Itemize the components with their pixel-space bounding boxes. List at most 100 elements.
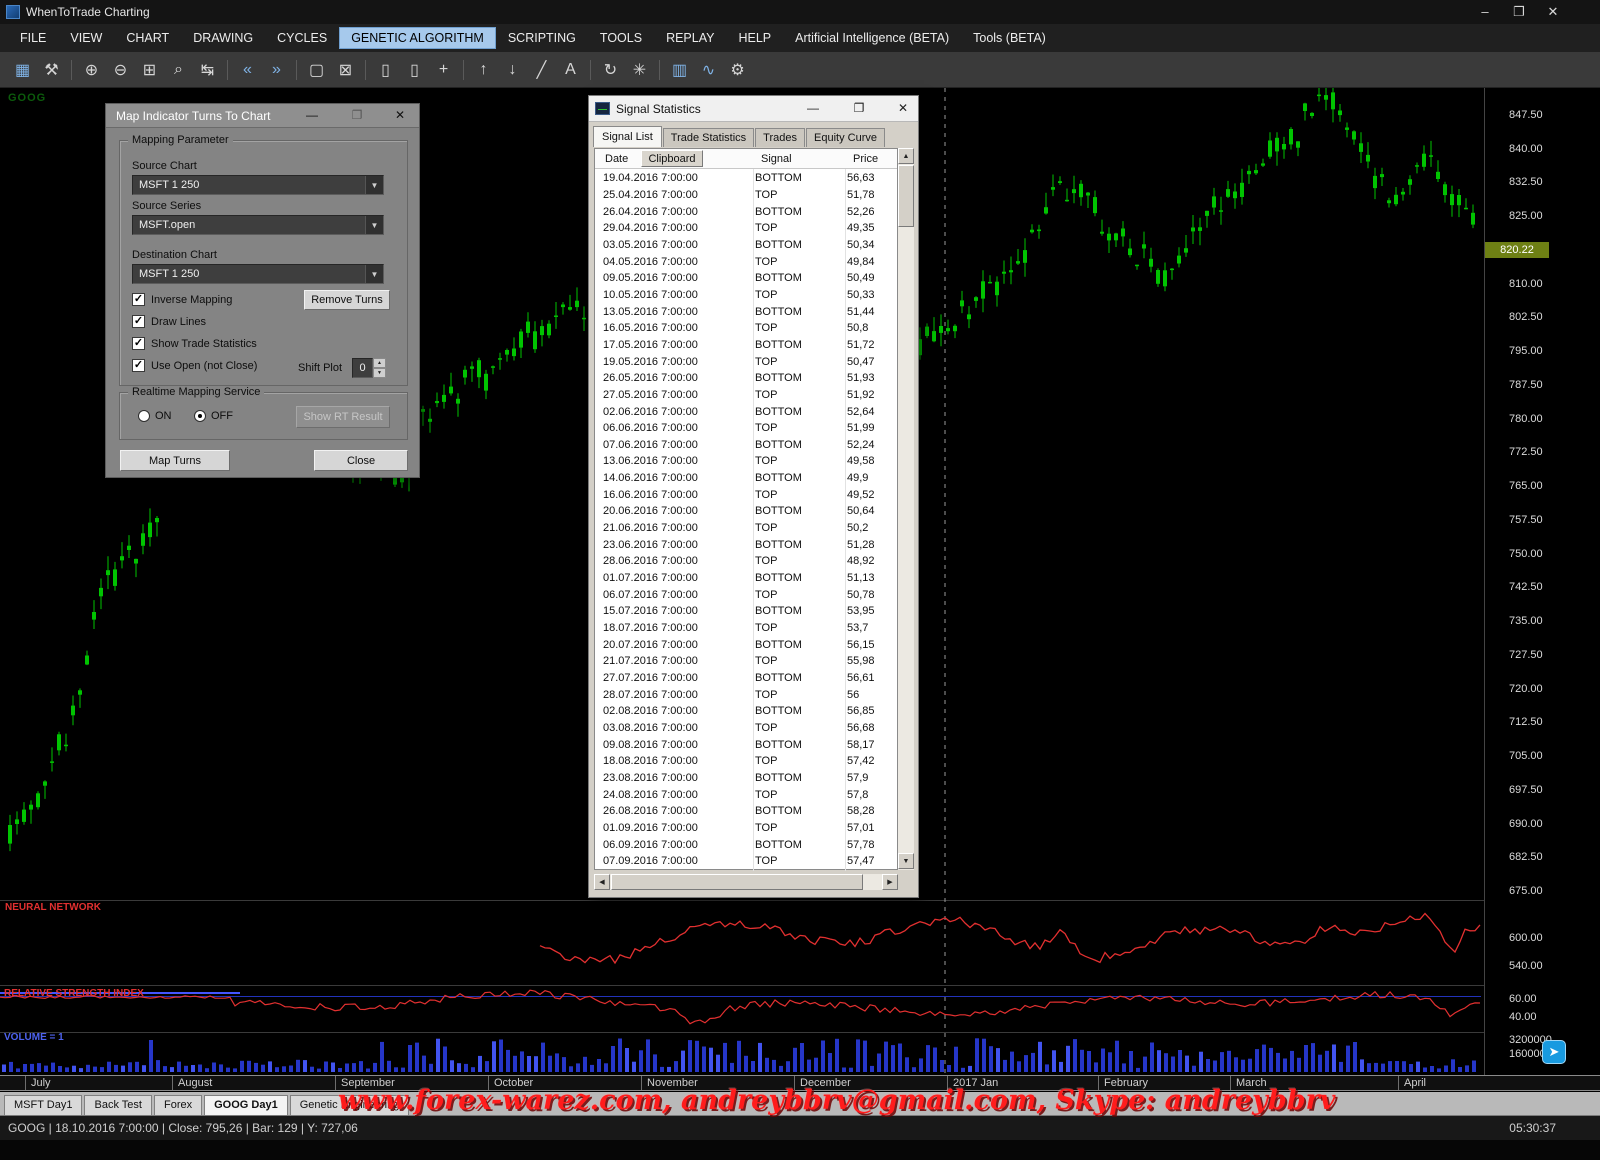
- tablet-icon[interactable]: ▯: [372, 56, 399, 83]
- table-row[interactable]: 14.06.2016 7:00:00BOTTOM49,9: [595, 470, 897, 487]
- chevron-down-icon[interactable]: ▼: [365, 176, 383, 194]
- clipboard-button[interactable]: Clipboard: [641, 150, 703, 167]
- fit-width-icon[interactable]: ↹: [194, 56, 221, 83]
- table-row[interactable]: 10.05.2016 7:00:00TOP50,33: [595, 287, 897, 304]
- select-region-icon[interactable]: ▢: [303, 56, 330, 83]
- font-icon[interactable]: A: [557, 56, 584, 83]
- overlay-notification-icon[interactable]: ➤: [1542, 1040, 1566, 1064]
- history-icon[interactable]: ↻: [597, 56, 624, 83]
- zoom-window-icon[interactable]: ⊞: [136, 56, 163, 83]
- destination-chart-select[interactable]: MSFT 1 250 ▼: [132, 264, 384, 284]
- table-row[interactable]: 24.08.2016 7:00:00TOP57,8: [595, 786, 897, 803]
- line-chart-icon[interactable]: ∿: [695, 56, 722, 83]
- table-row[interactable]: 19.04.2016 7:00:00BOTTOM56,63: [595, 170, 897, 187]
- table-row[interactable]: 16.05.2016 7:00:00TOP50,8: [595, 320, 897, 337]
- source-series-select[interactable]: MSFT.open ▼: [132, 215, 384, 235]
- map-close-button[interactable]: ✕: [390, 108, 410, 122]
- table-row[interactable]: 26.05.2016 7:00:00BOTTOM51,93: [595, 370, 897, 387]
- menu-item-genetic-algorithm[interactable]: GENETIC ALGORITHM: [339, 27, 496, 49]
- table-row[interactable]: 09.05.2016 7:00:00BOTTOM50,49: [595, 270, 897, 287]
- tab-trades[interactable]: Trades: [755, 128, 805, 147]
- chevron-down-icon[interactable]: ▼: [365, 265, 383, 283]
- chart-tab-msft-day1[interactable]: MSFT Day1: [4, 1095, 82, 1115]
- table-row[interactable]: 17.05.2016 7:00:00BOTTOM51,72: [595, 337, 897, 354]
- table-row[interactable]: 06.07.2016 7:00:00TOP50,78: [595, 586, 897, 603]
- hscrollbar-thumb[interactable]: [611, 874, 863, 890]
- scroll-right-icon[interactable]: ▶: [882, 874, 898, 890]
- menu-item-tools-beta[interactable]: Tools (BETA): [961, 27, 1058, 49]
- draw-line-icon[interactable]: ╱: [528, 56, 555, 83]
- column-header-price[interactable]: Price: [853, 153, 878, 165]
- menu-item-replay[interactable]: REPLAY: [654, 27, 726, 49]
- table-row[interactable]: 27.05.2016 7:00:00TOP51,92: [595, 387, 897, 404]
- candle-chart-icon[interactable]: ▥: [666, 56, 693, 83]
- table-row[interactable]: 18.07.2016 7:00:00TOP53,7: [595, 620, 897, 637]
- table-row[interactable]: 13.06.2016 7:00:00TOP49,58: [595, 453, 897, 470]
- tab-trade-statistics[interactable]: Trade Statistics: [663, 128, 754, 147]
- clear-region-icon[interactable]: ⊠: [332, 56, 359, 83]
- table-row[interactable]: 07.09.2016 7:00:00TOP57,47: [595, 853, 897, 870]
- menu-item-tools[interactable]: TOOLS: [588, 27, 654, 49]
- table-row[interactable]: 15.07.2016 7:00:00BOTTOM53,95: [595, 603, 897, 620]
- horizontal-scrollbar[interactable]: ◀ ▶: [594, 874, 898, 890]
- tab-signal-list[interactable]: Signal List: [593, 126, 662, 147]
- table-row[interactable]: 02.06.2016 7:00:00BOTTOM52,64: [595, 403, 897, 420]
- gear-icon[interactable]: ⚙: [724, 56, 751, 83]
- scroll-left-icon[interactable]: ◀: [594, 874, 610, 890]
- draw-lines-checkbox[interactable]: ✓ Draw Lines: [132, 315, 206, 328]
- menu-item-help[interactable]: HELP: [726, 27, 783, 49]
- map-dialog-titlebar[interactable]: Map Indicator Turns To Chart: [106, 104, 419, 128]
- fast-forward-icon[interactable]: »: [263, 56, 290, 83]
- table-row[interactable]: 02.08.2016 7:00:00BOTTOM56,85: [595, 703, 897, 720]
- maximize-button[interactable]: ❐: [1502, 4, 1536, 20]
- table-row[interactable]: 20.07.2016 7:00:00BOTTOM56,15: [595, 636, 897, 653]
- remove-turns-button[interactable]: Remove Turns: [304, 290, 390, 310]
- table-row[interactable]: 26.08.2016 7:00:00BOTTOM58,28: [595, 803, 897, 820]
- fast-back-icon[interactable]: «: [234, 56, 261, 83]
- step-up-icon[interactable]: ▲: [373, 358, 386, 368]
- table-row[interactable]: 21.06.2016 7:00:00TOP50,2: [595, 520, 897, 537]
- minimize-button[interactable]: –: [1468, 4, 1502, 20]
- price-axis[interactable]: 820.22 847.50840.00832.50825.00810.00802…: [1484, 88, 1600, 1075]
- menu-item-chart[interactable]: CHART: [114, 27, 181, 49]
- show-rt-result-button[interactable]: Show RT Result: [296, 406, 390, 428]
- scroll-down-icon[interactable]: ▼: [898, 853, 914, 869]
- chart-tab-forex[interactable]: Forex: [154, 1095, 202, 1115]
- shift-plot-stepper[interactable]: 0 ▲▼: [352, 358, 386, 378]
- phone-icon[interactable]: ▯: [401, 56, 428, 83]
- table-row[interactable]: 16.06.2016 7:00:00TOP49,52: [595, 486, 897, 503]
- tab-equity-curve[interactable]: Equity Curve: [806, 128, 885, 147]
- table-row[interactable]: 28.06.2016 7:00:00TOP48,92: [595, 553, 897, 570]
- table-row[interactable]: 27.07.2016 7:00:00BOTTOM56,61: [595, 670, 897, 687]
- table-row[interactable]: 13.05.2016 7:00:00BOTTOM51,44: [595, 303, 897, 320]
- table-row[interactable]: 23.06.2016 7:00:00BOTTOM51,28: [595, 536, 897, 553]
- arrow-down-icon[interactable]: ↓: [499, 56, 526, 83]
- table-row[interactable]: 01.07.2016 7:00:00BOTTOM51,13: [595, 570, 897, 587]
- arrow-up-icon[interactable]: ↑: [470, 56, 497, 83]
- signal-maximize-button[interactable]: ❐: [848, 101, 870, 115]
- spider-icon[interactable]: ✳: [626, 56, 653, 83]
- column-header-date[interactable]: Date: [605, 153, 628, 165]
- table-row[interactable]: 21.07.2016 7:00:00TOP55,98: [595, 653, 897, 670]
- inverse-mapping-checkbox[interactable]: ✓ Inverse Mapping: [132, 293, 232, 306]
- table-row[interactable]: 03.05.2016 7:00:00BOTTOM50,34: [595, 237, 897, 254]
- vertical-scrollbar[interactable]: ▲ ▼: [898, 148, 914, 870]
- table-row[interactable]: 09.08.2016 7:00:00BOTTOM58,17: [595, 736, 897, 753]
- table-row[interactable]: 18.08.2016 7:00:00TOP57,42: [595, 753, 897, 770]
- scrollbar-thumb[interactable]: [898, 165, 914, 227]
- menu-item-artificial-intelligence-beta[interactable]: Artificial Intelligence (BETA): [783, 27, 961, 49]
- table-row[interactable]: 03.08.2016 7:00:00TOP56,68: [595, 720, 897, 737]
- map-minimize-button[interactable]: —: [302, 108, 322, 122]
- rt-off-radio[interactable]: OFF: [194, 410, 233, 422]
- plus-icon[interactable]: +: [430, 56, 457, 83]
- menu-item-view[interactable]: VIEW: [58, 27, 114, 49]
- menu-item-drawing[interactable]: DRAWING: [181, 27, 265, 49]
- chart-tab-back-test[interactable]: Back Test: [84, 1095, 152, 1115]
- menu-item-scripting[interactable]: SCRIPTING: [496, 27, 588, 49]
- chevron-down-icon[interactable]: ▼: [365, 216, 383, 234]
- chart-tab-genetic-engineering[interactable]: Genetic Engineering: [290, 1095, 410, 1115]
- use-open-checkbox[interactable]: ✓ Use Open (not Close): [132, 359, 257, 372]
- wrench-icon[interactable]: ⚒: [38, 56, 65, 83]
- map-dialog-close-button[interactable]: Close: [314, 450, 408, 471]
- search-icon[interactable]: ⌕: [165, 56, 192, 83]
